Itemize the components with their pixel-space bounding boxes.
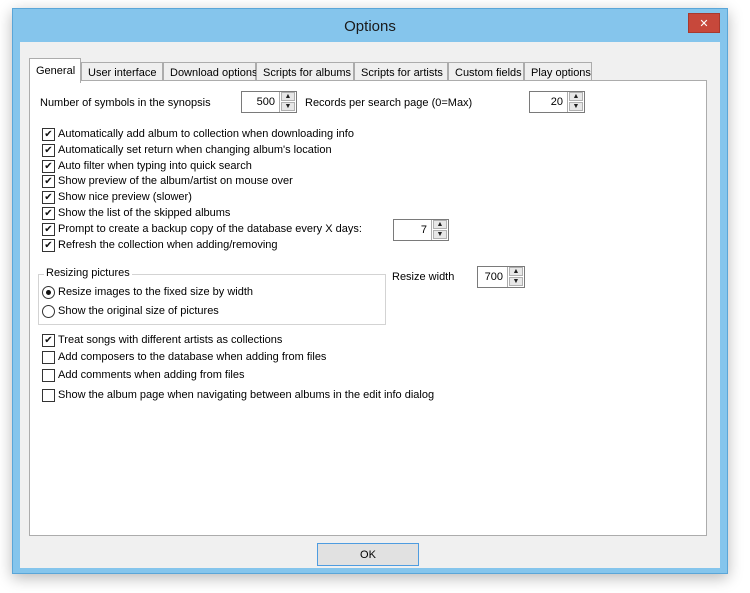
tab-label: General [36,65,76,77]
group-title: Resizing pictures [44,267,132,279]
checkbox-show-album-page[interactable]: Show the album page when navigating betw… [42,388,434,402]
checkbox-label: Auto filter when typing into quick searc… [58,160,252,172]
checkbox-label: Automatically set return when changing a… [58,144,332,156]
ok-button-label: OK [360,548,376,561]
checkbox-box[interactable] [42,238,55,252]
checkbox-box[interactable] [42,143,55,157]
spinner-arrows: ▲ ▼ [507,267,524,287]
checkbox-box[interactable] [42,174,55,188]
spin-down-icon[interactable]: ▼ [569,102,583,111]
checkbox-show-preview[interactable]: Show preview of the album/artist on mous… [42,174,293,188]
tab-label: Scripts for albums [263,66,352,79]
checkbox-box[interactable] [42,368,55,382]
checkbox-box[interactable] [42,388,55,402]
radio-button[interactable] [42,285,55,299]
checkbox-add-comments[interactable]: Add comments when adding from files [42,368,244,382]
checkbox-label: Add comments when adding from files [58,369,245,381]
resize-width-label: Resize width [392,271,455,283]
checkbox-box[interactable] [42,127,55,141]
spin-down-icon[interactable]: ▼ [509,277,523,286]
synopsis-spinner[interactable]: 500 ▲ ▼ [241,91,297,113]
resize-width-value[interactable]: 700 [478,267,507,287]
checkbox-label: Add composers to the database when addin… [58,351,327,363]
tab-label: User interface [88,66,157,79]
checkbox-label: Prompt to create a backup copy of the da… [58,223,362,235]
tab-user-interface[interactable]: User interface [81,62,163,82]
spin-up-icon[interactable]: ▲ [509,267,523,276]
checkbox-label: Treat songs with different artists as co… [58,334,283,346]
title-bar[interactable]: Options ✕ [13,9,727,43]
radio-label: Resize images to the fixed size by width [58,286,254,298]
tab-scripts-for-artists[interactable]: Scripts for artists [354,62,448,82]
checkbox-box[interactable] [42,206,55,220]
backup-days-spinner[interactable]: 7 ▲ ▼ [393,219,449,241]
checkbox-box[interactable] [42,350,55,364]
spin-up-icon[interactable]: ▲ [569,92,583,101]
spinner-arrows: ▲ ▼ [431,220,448,240]
checkbox-auto-set-return[interactable]: Automatically set return when changing a… [42,143,332,157]
close-icon: ✕ [699,17,709,30]
checkbox-auto-add-album[interactable]: Automatically add album to collection wh… [42,127,354,141]
tab-label: Custom fields [455,66,522,79]
tab-scripts-for-albums[interactable]: Scripts for albums [256,62,354,82]
close-button[interactable]: ✕ [688,13,720,33]
spinner-arrows: ▲ ▼ [567,92,584,112]
checkbox-label: Refresh the collection when adding/remov… [58,239,278,251]
tab-play-options[interactable]: Play options [524,62,592,82]
resizing-pictures-group: Resizing pictures Resize images to the f… [38,267,386,325]
checkbox-box[interactable] [42,190,55,204]
tab-general[interactable]: General [29,58,81,83]
records-per-page-label: Records per search page (0=Max) [305,97,473,109]
tab-label: Download options [170,66,258,79]
general-tab-panel: Number of symbols in the synopsis 500 ▲ … [29,80,707,536]
checkbox-nice-preview[interactable]: Show nice preview (slower) [42,190,192,204]
checkbox-skipped-albums[interactable]: Show the list of the skipped albums [42,206,230,220]
records-spinner[interactable]: 20 ▲ ▼ [529,91,585,113]
window-title: Options [344,18,396,35]
options-dialog: Options ✕ General User interface Downloa… [12,8,728,574]
synopsis-value[interactable]: 500 [242,92,279,112]
backup-days-value[interactable]: 7 [394,220,431,240]
checkbox-label: Show the list of the skipped albums [58,207,231,219]
tab-download-options[interactable]: Download options [163,62,258,82]
tab-custom-fields[interactable]: Custom fields [448,62,524,82]
tab-label: Scripts for artists [361,66,443,79]
spin-down-icon[interactable]: ▼ [281,102,295,111]
checkbox-add-composers[interactable]: Add composers to the database when addin… [42,350,326,364]
spin-up-icon[interactable]: ▲ [433,220,447,229]
ok-button[interactable]: OK [317,543,419,566]
checkbox-label: Automatically add album to collection wh… [58,128,354,140]
records-value[interactable]: 20 [530,92,567,112]
checkbox-label: Show the album page when navigating betw… [58,389,435,401]
checkbox-label: Show nice preview (slower) [58,191,192,203]
radio-label: Show the original size of pictures [58,305,219,317]
checkbox-box[interactable] [42,222,55,236]
checkbox-treat-collections[interactable]: Treat songs with different artists as co… [42,333,282,347]
resize-width-spinner[interactable]: 700 ▲ ▼ [477,266,525,288]
spinner-arrows: ▲ ▼ [279,92,296,112]
spin-down-icon[interactable]: ▼ [433,230,447,239]
tab-label: Play options [531,66,591,79]
checkbox-box[interactable] [42,159,55,173]
checkbox-box[interactable] [42,333,55,347]
checkbox-refresh-collection[interactable]: Refresh the collection when adding/remov… [42,238,278,252]
checkbox-backup-prompt[interactable]: Prompt to create a backup copy of the da… [42,222,362,236]
radio-original-size[interactable]: Show the original size of pictures [42,304,219,318]
radio-resize-fixed-width[interactable]: Resize images to the fixed size by width [42,285,253,299]
spin-up-icon[interactable]: ▲ [281,92,295,101]
radio-button[interactable] [42,304,55,318]
synopsis-label: Number of symbols in the synopsis [40,97,211,109]
checkbox-auto-filter[interactable]: Auto filter when typing into quick searc… [42,159,252,173]
dialog-client-area: General User interface Download options … [20,42,720,568]
checkbox-label: Show preview of the album/artist on mous… [58,175,293,187]
